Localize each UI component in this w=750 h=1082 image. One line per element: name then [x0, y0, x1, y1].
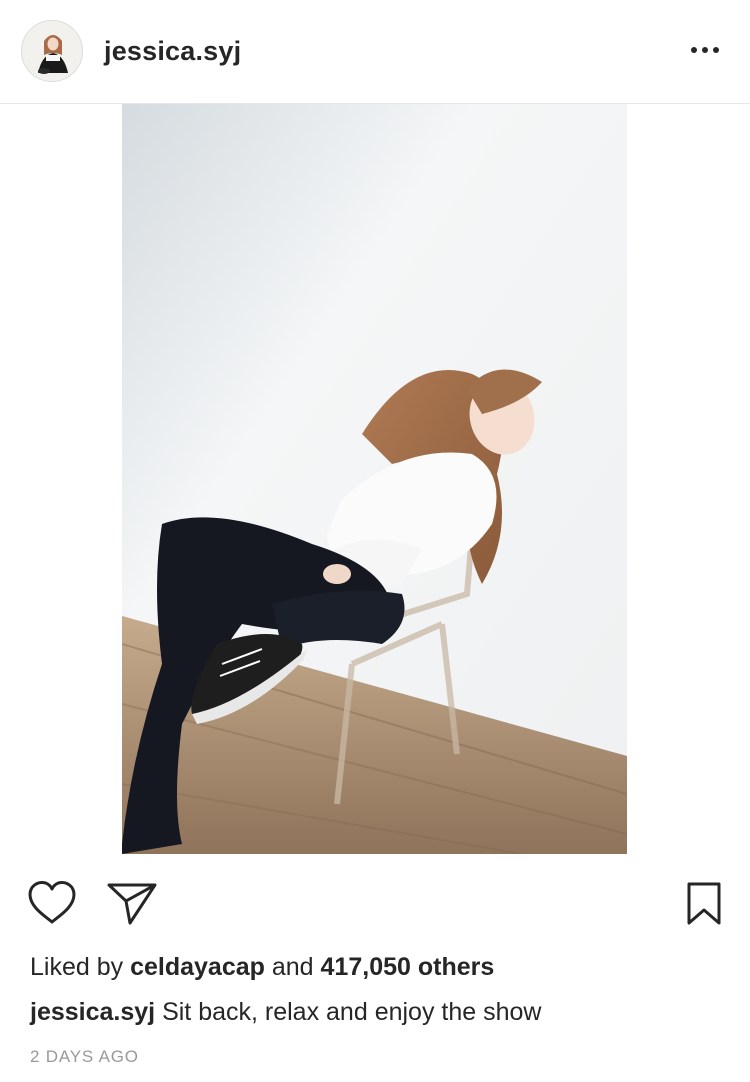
- more-options-icon[interactable]: [690, 38, 720, 62]
- likes-summary: Liked by celdayacap and 417,050 others: [30, 953, 494, 982]
- header-username[interactable]: jessica.syj: [104, 36, 241, 67]
- post-caption: jessica.syj Sit back, relax and enjoy th…: [30, 998, 541, 1027]
- post-timestamp: 2 DAYS AGO: [30, 1047, 139, 1066]
- avatar[interactable]: [21, 20, 83, 82]
- likes-count-link[interactable]: 417,050 others: [321, 953, 495, 981]
- action-bar: [0, 870, 750, 930]
- bookmark-icon[interactable]: [686, 882, 722, 931]
- paper-plane-icon[interactable]: [106, 880, 158, 931]
- photo-image: [122, 104, 627, 854]
- avatar-image: [22, 21, 82, 81]
- post-photo[interactable]: [122, 104, 627, 854]
- caption-text: Sit back, relax and enjoy the show: [162, 998, 542, 1026]
- heart-icon[interactable]: [27, 880, 77, 931]
- liked-by-user-link[interactable]: celdayacap: [130, 953, 265, 981]
- caption-username-link[interactable]: jessica.syj: [30, 998, 155, 1026]
- likes-connector: and: [271, 953, 314, 981]
- post-header: jessica.syj: [0, 0, 750, 104]
- likes-prefix: Liked by: [30, 953, 124, 981]
